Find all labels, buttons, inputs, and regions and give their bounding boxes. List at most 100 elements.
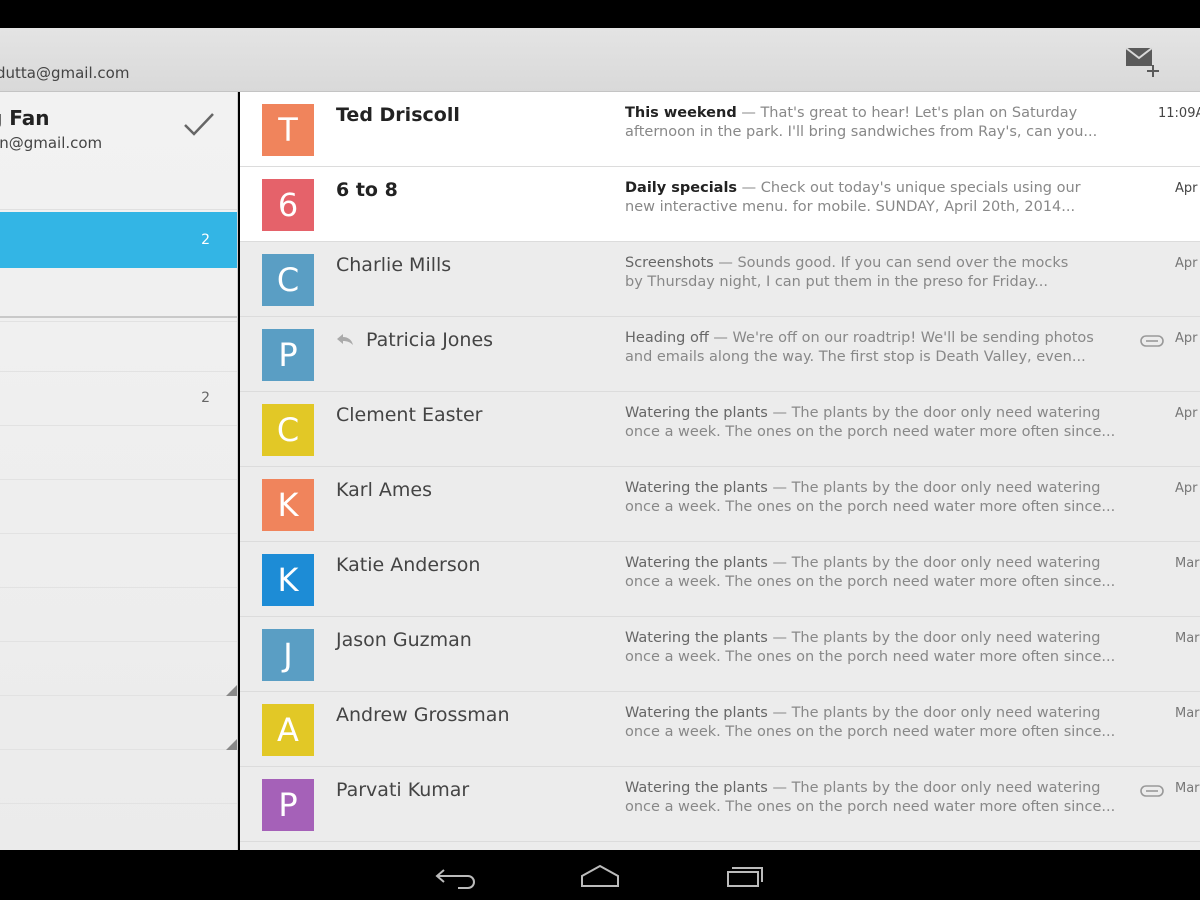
message-subject: Watering the plants bbox=[625, 480, 768, 496]
message-subject: Screenshots bbox=[625, 255, 714, 271]
sender-name: Karl Ames bbox=[336, 479, 432, 501]
message-subject: Heading off bbox=[625, 330, 709, 346]
attachment-icon bbox=[1140, 335, 1164, 347]
account-header[interactable]: g Fan an@gmail.com bbox=[0, 92, 237, 210]
folder-item[interactable] bbox=[0, 318, 237, 372]
expand-triangle-icon[interactable] bbox=[226, 684, 237, 696]
home-button[interactable] bbox=[578, 862, 622, 890]
sender-avatar: K bbox=[262, 479, 314, 531]
sender-avatar: C bbox=[262, 254, 314, 306]
message-date: 11:09A bbox=[1158, 106, 1200, 121]
home-icon bbox=[581, 864, 619, 887]
message-subject: Daily specials bbox=[625, 180, 738, 196]
sender-avatar: K bbox=[262, 554, 314, 606]
message-row[interactable]: K Karl Ames Watering the plants — The pl… bbox=[240, 467, 1200, 542]
snippet-line-2: afternoon in the park. I'll bring sandwi… bbox=[625, 124, 1098, 140]
back-icon bbox=[435, 869, 475, 889]
snippet-line-2: once a week. The ones on the porch need … bbox=[625, 499, 1116, 515]
message-row[interactable]: A Andrew Grossman Watering the plants — … bbox=[240, 692, 1200, 767]
message-subject: Watering the plants bbox=[625, 705, 768, 721]
message-snippet: Watering the plants — The plants by the … bbox=[625, 629, 1125, 667]
folder-item[interactable]: 2 bbox=[0, 372, 237, 426]
message-date: Mar bbox=[1175, 556, 1200, 571]
message-snippet: Watering the plants — The plants by the … bbox=[625, 479, 1125, 517]
sender-avatar: T bbox=[262, 104, 314, 156]
recents-icon bbox=[727, 867, 763, 887]
folder-item[interactable] bbox=[0, 480, 237, 534]
attachment-icon bbox=[1140, 785, 1164, 797]
sender-avatar: P bbox=[262, 779, 314, 831]
message-date: Apr bbox=[1175, 406, 1198, 421]
folder-item[interactable] bbox=[0, 750, 237, 804]
check-icon bbox=[184, 113, 214, 136]
message-subject: This weekend bbox=[625, 105, 737, 121]
folder-item[interactable] bbox=[0, 696, 237, 750]
snippet-line-2: once a week. The ones on the porch need … bbox=[625, 724, 1116, 740]
message-subject: Watering the plants bbox=[625, 555, 768, 571]
sender-avatar: P bbox=[262, 329, 314, 381]
message-snippet: Watering the plants — The plants by the … bbox=[625, 404, 1125, 442]
message-subject: Watering the plants bbox=[625, 780, 768, 796]
action-bar: dutta@gmail.com bbox=[0, 28, 1200, 92]
message-date: Apr bbox=[1175, 256, 1198, 271]
snippet-line-2: once a week. The ones on the porch need … bbox=[625, 424, 1116, 440]
status-bar bbox=[0, 0, 1200, 28]
message-snippet: Daily specials — Check out today's uniqu… bbox=[625, 179, 1125, 217]
snippet-line-1: Check out today's unique specials using … bbox=[760, 180, 1081, 196]
message-row[interactable]: P Patricia Jones Heading off — We're off… bbox=[240, 317, 1200, 392]
message-subject: Watering the plants bbox=[625, 405, 768, 421]
snippet-line-2: and emails along the way. The first stop… bbox=[625, 349, 1086, 365]
snippet-line-2: once a week. The ones on the porch need … bbox=[625, 574, 1116, 590]
sender-name: Patricia Jones bbox=[366, 329, 494, 351]
message-list: T Ted Driscoll This weekend — That's gre… bbox=[240, 92, 1200, 850]
snippet-line-1: The plants by the door only need waterin… bbox=[791, 630, 1101, 646]
sender-name: Katie Anderson bbox=[336, 554, 481, 576]
message-row[interactable]: P Parvati Kumar Watering the plants — Th… bbox=[240, 767, 1200, 842]
folder-item[interactable] bbox=[0, 426, 237, 480]
message-row[interactable]: C Clement Easter Watering the plants — T… bbox=[240, 392, 1200, 467]
folder-item[interactable] bbox=[0, 268, 237, 322]
replied-icon bbox=[337, 334, 353, 345]
message-snippet: This weekend — That's great to hear! Let… bbox=[625, 104, 1125, 142]
back-button[interactable] bbox=[434, 862, 478, 890]
sender-avatar: A bbox=[262, 704, 314, 756]
snippet-line-1: Sounds good. If you can send over the mo… bbox=[737, 255, 1069, 271]
message-row[interactable]: C Charlie Mills Screenshots — Sounds goo… bbox=[240, 242, 1200, 317]
snippet-line-2: new interactive menu. for mobile. SUNDAY… bbox=[625, 199, 1076, 215]
account-name: g Fan bbox=[0, 106, 50, 130]
account-email: an@gmail.com bbox=[0, 134, 103, 152]
sender-name: Clement Easter bbox=[336, 404, 483, 426]
compose-button[interactable] bbox=[1122, 44, 1164, 78]
message-date: Apr bbox=[1175, 331, 1198, 346]
message-row[interactable]: T Ted Driscoll This weekend — That's gre… bbox=[240, 92, 1200, 167]
message-date: Apr bbox=[1175, 181, 1198, 196]
snippet-line-1: That's great to hear! Let's plan on Satu… bbox=[760, 105, 1078, 121]
folder-item[interactable] bbox=[0, 534, 237, 588]
snippet-line-2: once a week. The ones on the porch need … bbox=[625, 799, 1116, 815]
snippet-line-1: The plants by the door only need waterin… bbox=[791, 405, 1101, 421]
compose-mail-icon bbox=[1125, 47, 1159, 77]
message-row[interactable]: J Jason Guzman Watering the plants — The… bbox=[240, 617, 1200, 692]
expand-triangle-icon[interactable] bbox=[226, 738, 237, 750]
folder-unread-count: 2 bbox=[201, 232, 210, 248]
folder-item[interactable] bbox=[0, 588, 237, 642]
message-date: Mar bbox=[1175, 781, 1200, 796]
folder-unread-count: 2 bbox=[201, 390, 210, 406]
folder-item[interactable] bbox=[0, 804, 237, 850]
message-row[interactable]: K Katie Anderson Watering the plants — T… bbox=[240, 542, 1200, 617]
sender-name: Charlie Mills bbox=[336, 254, 452, 276]
message-date: Mar bbox=[1175, 631, 1200, 646]
folder-item-selected[interactable]: 2 bbox=[0, 212, 237, 268]
message-row[interactable]: 6 6 to 8 Daily specials — Check out toda… bbox=[240, 167, 1200, 242]
message-snippet: Screenshots — Sounds good. If you can se… bbox=[625, 254, 1125, 292]
account-email-label: dutta@gmail.com bbox=[0, 64, 130, 82]
navigation-drawer: g Fan an@gmail.com 2 2 bbox=[0, 92, 238, 850]
message-date: Mar bbox=[1175, 706, 1200, 721]
recents-button[interactable] bbox=[722, 862, 766, 890]
system-nav-bar bbox=[0, 850, 1200, 900]
message-snippet: Heading off — We're off on our roadtrip!… bbox=[625, 329, 1125, 367]
sender-avatar: C bbox=[262, 404, 314, 456]
snippet-line-1: The plants by the door only need waterin… bbox=[791, 480, 1101, 496]
snippet-line-2: once a week. The ones on the porch need … bbox=[625, 649, 1116, 665]
folder-item[interactable] bbox=[0, 642, 237, 696]
